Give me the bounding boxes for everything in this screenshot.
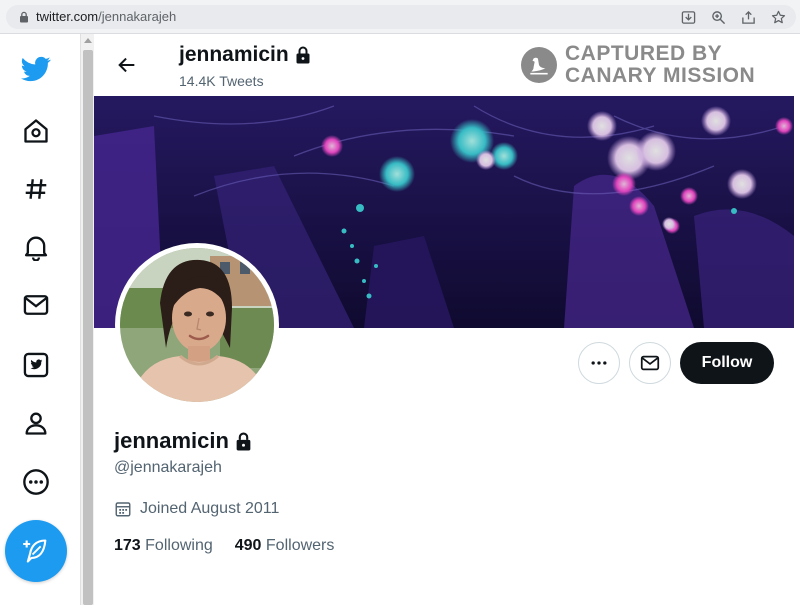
watermark-line-1: CAPTURED BY xyxy=(565,42,723,65)
compose-tweet-icon xyxy=(23,539,47,563)
url-box[interactable]: twitter.com/jennakarajeh xyxy=(6,5,796,29)
followers-label: Followers xyxy=(265,537,335,554)
tweet-count: 14.4K Tweets xyxy=(179,73,264,89)
zoom-icon[interactable] xyxy=(710,9,726,25)
messages-envelope-icon[interactable] xyxy=(20,289,52,321)
home-icon[interactable] xyxy=(20,115,52,147)
following-label: Following xyxy=(145,537,213,554)
profile-name-text: jennamicin xyxy=(114,428,229,453)
scroll-up-arrow-icon[interactable] xyxy=(84,38,92,43)
browser-address-bar: twitter.com/jennakarajeh xyxy=(0,0,800,34)
profile-header: jennamicin 14.4K Tweets CAPTURED BY CANA… xyxy=(94,34,800,96)
watermark-line-2: CANARY MISSION xyxy=(565,64,756,87)
header-name-text: jennamicin xyxy=(179,43,289,66)
canary-mission-watermark: CAPTURED BY CANARY MISSION xyxy=(521,43,755,87)
following-count: 173 xyxy=(114,537,141,554)
following-link[interactable]: 173 Following xyxy=(114,537,213,555)
calendar-icon xyxy=(115,502,131,517)
header-name: jennamicin xyxy=(179,43,311,67)
bookmark-star-icon[interactable] xyxy=(770,9,786,25)
back-button[interactable] xyxy=(112,50,142,80)
url-text[interactable]: twitter.com/jennakarajeh xyxy=(36,9,176,24)
joined-text: Joined August 2011 xyxy=(140,500,280,517)
profile-handle: @jennakarajeh xyxy=(114,459,222,476)
url-host: twitter.com xyxy=(36,9,99,24)
left-navigation xyxy=(0,34,80,605)
share-icon[interactable] xyxy=(740,9,756,25)
follow-button[interactable]: Follow xyxy=(680,342,774,384)
more-horizontal-icon xyxy=(591,361,607,365)
canary-mission-logo-icon xyxy=(521,47,557,83)
explore-hashtag-icon[interactable] xyxy=(20,173,52,205)
profile-avatar[interactable] xyxy=(115,243,279,407)
more-icon[interactable] xyxy=(20,466,52,498)
more-options-button[interactable] xyxy=(578,342,620,384)
profile-name: jennamicin xyxy=(114,428,252,454)
message-button[interactable] xyxy=(629,342,671,384)
watermark-text: CAPTURED BY CANARY MISSION xyxy=(565,43,755,87)
twitter-logo-icon[interactable] xyxy=(18,51,54,87)
followers-link[interactable]: 490 Followers xyxy=(235,537,335,555)
followers-count: 490 xyxy=(234,537,262,554)
twitter-blue-icon[interactable] xyxy=(20,349,52,381)
compose-tweet-button[interactable] xyxy=(5,520,67,582)
download-icon[interactable] xyxy=(680,9,696,25)
profile-stats: 173 Following 490 Followers xyxy=(114,537,334,555)
url-path: /jennakarajeh xyxy=(98,9,177,24)
avatar-photo xyxy=(120,248,274,402)
back-arrow-icon xyxy=(118,57,135,73)
protected-lock-icon xyxy=(296,46,310,64)
scroll-thumb[interactable] xyxy=(83,50,93,605)
page-scrollbar[interactable] xyxy=(80,34,94,605)
profile-icon[interactable] xyxy=(20,407,52,439)
protected-lock-icon xyxy=(236,432,251,450)
notifications-bell-icon[interactable] xyxy=(20,231,52,263)
profile-joined-date: Joined August 2011 xyxy=(114,500,279,518)
envelope-icon xyxy=(640,355,660,371)
lock-icon xyxy=(20,11,28,23)
